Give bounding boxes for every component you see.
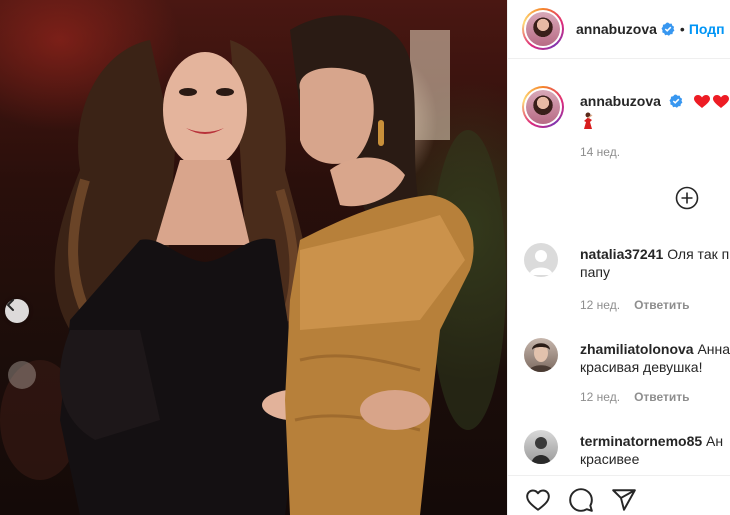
comment-text: Оля так п xyxy=(667,246,730,262)
post-photo[interactable] xyxy=(0,0,507,515)
comment-text-line2: папу xyxy=(580,264,610,280)
reply-button[interactable]: Ответить xyxy=(634,390,689,404)
dancer-emoji-icon xyxy=(584,112,593,129)
comment-body: zhamiliatolonova Анна красивая девушка! xyxy=(580,340,730,376)
comment-avatar[interactable] xyxy=(524,338,558,372)
eye-right xyxy=(216,88,234,96)
comment-icon xyxy=(569,488,593,512)
header-avatar[interactable] xyxy=(522,8,564,50)
comment-text-line2: красивее xyxy=(580,451,640,467)
post-header: annabuzova • Подп xyxy=(508,0,730,59)
caption-avatar-image xyxy=(526,90,560,124)
red-heart-icon xyxy=(693,95,710,108)
heart-icon xyxy=(526,489,550,511)
comment-body: terminatornemo85 Ан красивее xyxy=(580,432,730,468)
share-button[interactable] xyxy=(611,487,637,513)
caption-emoji xyxy=(580,112,596,135)
hand-on-waist xyxy=(360,390,430,430)
comment-username[interactable]: natalia37241 xyxy=(580,246,663,262)
header-username[interactable]: annabuzova xyxy=(576,21,657,37)
load-more-comments-button[interactable] xyxy=(675,186,699,210)
face-right-woman xyxy=(299,67,374,164)
eye-left xyxy=(179,88,197,96)
caption: annabuzova xyxy=(580,93,730,111)
caption-avatar[interactable] xyxy=(522,86,564,128)
comment-text-line2: красивая девушка! xyxy=(580,359,703,375)
comment-time[interactable]: 12 нед. xyxy=(580,390,620,404)
comment-avatar[interactable] xyxy=(524,430,558,464)
header-separator: • xyxy=(679,21,685,37)
post-photo-illustration xyxy=(0,15,506,515)
paper-plane-icon xyxy=(612,489,636,511)
comment-button[interactable] xyxy=(568,487,594,513)
avatar-image xyxy=(528,343,554,372)
post-actions xyxy=(508,475,730,515)
background-light xyxy=(8,361,36,389)
post-sidebar: annabuzova • Подп annabuzova 14 нед. nat… xyxy=(507,0,730,515)
caption-hearts xyxy=(693,95,730,109)
verified-badge-icon xyxy=(669,94,683,108)
avatar-image xyxy=(526,12,560,46)
verified-badge-icon xyxy=(661,22,675,36)
earring xyxy=(378,120,384,146)
reply-button[interactable]: Ответить xyxy=(634,298,689,312)
comment-text: Анна xyxy=(697,341,730,357)
carousel-prev-button[interactable] xyxy=(5,299,29,323)
plus-circle-icon xyxy=(675,186,699,210)
comment-username[interactable]: zhamiliatolonova xyxy=(580,341,694,357)
caption-time[interactable]: 14 нед. xyxy=(580,145,620,159)
avatar-image xyxy=(531,437,551,464)
follow-button[interactable]: Подп xyxy=(689,21,725,37)
caption-username[interactable]: annabuzova xyxy=(580,93,661,109)
comment-footer: 12 нед. Ответить xyxy=(580,298,690,312)
background-window xyxy=(410,30,450,140)
comment-username[interactable]: terminatornemo85 xyxy=(580,433,702,449)
chevron-left-icon xyxy=(7,299,14,311)
comment-avatar[interactable] xyxy=(524,243,558,277)
default-avatar-icon xyxy=(529,250,553,275)
comment-time[interactable]: 12 нед. xyxy=(580,298,620,312)
comment-footer: 12 нед. Ответить xyxy=(580,390,690,404)
comment-text: Ан xyxy=(706,433,724,449)
red-heart-icon xyxy=(712,95,729,108)
face-left-woman xyxy=(163,52,247,168)
like-button[interactable] xyxy=(525,487,551,513)
comment-body: natalia37241 Оля так п папу xyxy=(580,245,730,281)
